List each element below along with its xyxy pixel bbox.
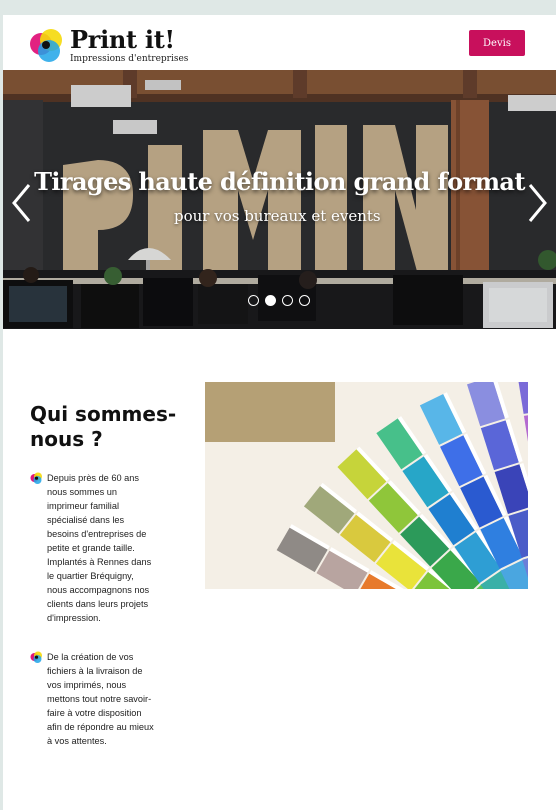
logo-cmyk-icon bbox=[30, 29, 62, 62]
carousel-dot-3[interactable] bbox=[282, 295, 293, 306]
devis-button[interactable]: Devis bbox=[469, 30, 525, 56]
hero-title: Tirages haute définition grand format bbox=[34, 167, 525, 196]
carousel-dot-2[interactable] bbox=[265, 295, 276, 306]
carousel-dot-1[interactable] bbox=[248, 295, 259, 306]
hero-carousel: Tirages haute définition grand format po… bbox=[3, 70, 556, 329]
carousel-indicators bbox=[248, 295, 318, 307]
page: Print it! Impressions d'entreprises Devi… bbox=[3, 15, 556, 810]
hero-office-image bbox=[3, 70, 556, 329]
hero-subtitle: pour vos bureaux et events bbox=[174, 207, 381, 225]
chevron-left-icon[interactable] bbox=[9, 182, 35, 224]
logo[interactable]: Print it! Impressions d'entreprises bbox=[29, 25, 199, 67]
about-bullet: De la création de vos fichiers à la livr… bbox=[30, 650, 160, 770]
cmyk-dots-icon bbox=[30, 651, 42, 663]
chevron-right-icon[interactable] bbox=[524, 182, 550, 224]
cmyk-dots-icon bbox=[30, 472, 42, 484]
site-header: Print it! Impressions d'entreprises Devi… bbox=[3, 15, 556, 70]
logo-title: Print it! bbox=[70, 25, 175, 54]
about-bullet-text: Depuis près de 60 ans nous sommes un imp… bbox=[47, 473, 152, 623]
about-title: Qui sommes-nous ? bbox=[30, 402, 177, 451]
logo-subtitle: Impressions d'entreprises bbox=[70, 54, 189, 64]
about-bullet: Depuis près de 60 ans nous sommes un imp… bbox=[30, 471, 160, 641]
about-bullet-text: De la création de vos fichiers à la livr… bbox=[47, 652, 154, 746]
carousel-dot-4[interactable] bbox=[299, 295, 310, 306]
color-swatches-image bbox=[205, 382, 528, 589]
